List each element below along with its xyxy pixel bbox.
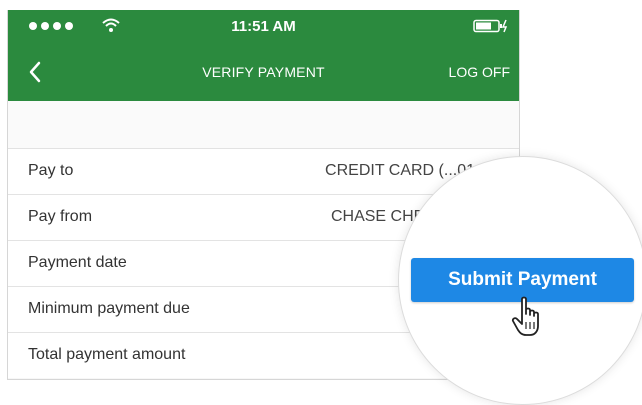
row-label: Pay from: [28, 208, 93, 225]
row-label: Minimum payment due: [28, 300, 190, 317]
nav-bar: VERIFY PAYMENT LOG OFF: [8, 44, 519, 101]
row-label: Payment date: [28, 254, 127, 271]
status-time: 11:51 AM: [231, 18, 296, 35]
hand-pointer-icon: [511, 296, 539, 336]
row-label: Pay to: [28, 162, 74, 179]
battery-icon: [473, 19, 508, 33]
page-title: VERIFY PAYMENT: [202, 64, 325, 80]
row-label: Total payment amount: [28, 346, 186, 363]
log-off-button[interactable]: LOG OFF: [449, 64, 510, 80]
status-bar: 11:51 AM: [8, 10, 519, 44]
header-spacer: [8, 101, 519, 149]
